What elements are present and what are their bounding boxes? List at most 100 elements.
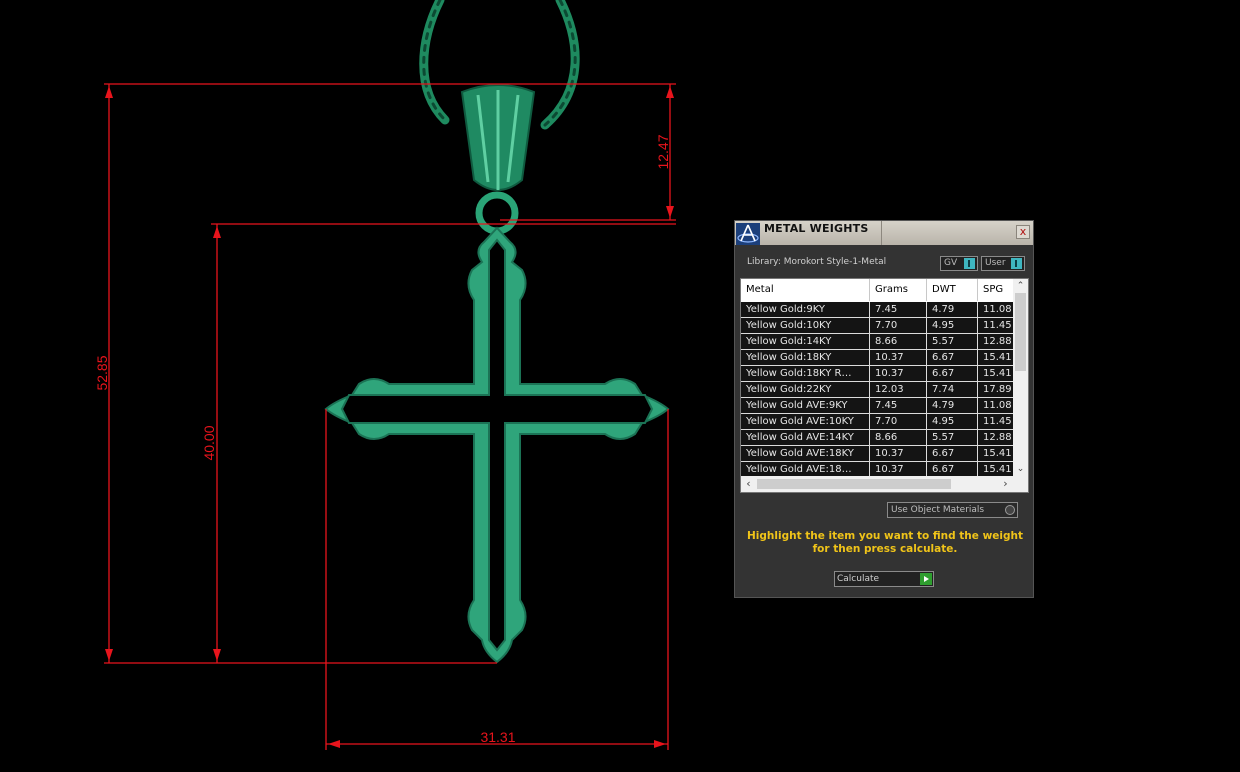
spg-cell: 11.08	[978, 398, 1018, 413]
table-header: Metal Grams DWT SPG	[741, 279, 1018, 301]
table-row[interactable]: Yellow Gold:18KY R… 10.37 6.67 15.41	[741, 366, 1018, 382]
metal-cell: Yellow Gold:22KY	[741, 382, 870, 397]
dwt-cell: 6.67	[927, 446, 978, 461]
dwt-cell: 4.79	[927, 398, 978, 413]
metal-table[interactable]: Metal Grams DWT SPG Yellow Gold:9KY 7.45 4…	[740, 278, 1029, 493]
dwt-cell: 5.57	[927, 334, 978, 349]
table-body: Yellow Gold:9KY 7.45 4.79 11.08 Yellow Gold:…	[741, 302, 1018, 478]
spg-cell: 11.45	[978, 318, 1018, 333]
spg-cell: 15.41	[978, 446, 1018, 461]
grams-cell: 12.03	[870, 382, 927, 397]
spg-cell: 15.41	[978, 350, 1018, 365]
scroll-left-icon[interactable]: ‹	[741, 476, 756, 492]
gv-toggle-indicator-icon	[964, 258, 975, 269]
dwt-cell: 4.79	[927, 302, 978, 317]
scroll-up-icon[interactable]: ⌃	[1013, 279, 1028, 293]
table-row[interactable]: Yellow Gold AVE:14KY 8.66 5.57 12.88	[741, 430, 1018, 446]
calculate-button[interactable]: Calculate	[834, 571, 934, 587]
panel-title: METAL WEIGHTS	[764, 222, 869, 235]
grams-cell: 7.45	[870, 398, 927, 413]
column-header-spg[interactable]: SPG	[978, 279, 1018, 301]
table-row[interactable]: Yellow Gold:9KY 7.45 4.79 11.08	[741, 302, 1018, 318]
user-toggle-label: User	[985, 258, 1006, 268]
metal-cell: Yellow Gold AVE:9KY	[741, 398, 870, 413]
dimension-total-height: 52.85	[94, 355, 110, 390]
cross-pendant	[324, 226, 670, 664]
instruction-line-2: for then press calculate.	[812, 543, 958, 555]
grams-cell: 10.37	[870, 462, 927, 477]
spg-cell: 15.41	[978, 366, 1018, 381]
title-separator	[881, 221, 882, 245]
dimension-cross-height: 40.00	[201, 425, 217, 460]
play-arrow-icon	[920, 573, 932, 585]
horizontal-scroll-thumb[interactable]	[757, 479, 951, 489]
dwt-cell: 4.95	[927, 318, 978, 333]
calculate-label: Calculate	[837, 574, 880, 584]
bail	[460, 84, 536, 235]
library-label: Library: Morokort Style-1-Metal	[747, 257, 887, 267]
dwt-cell: 4.95	[927, 414, 978, 429]
dwt-cell: 6.67	[927, 350, 978, 365]
dwt-cell: 6.67	[927, 366, 978, 381]
instruction-text: Highlight the item you want to find the …	[747, 530, 1023, 556]
grams-cell: 10.37	[870, 446, 927, 461]
use-object-materials-option[interactable]: Use Object Materials	[887, 502, 1018, 518]
table-row[interactable]: Yellow Gold AVE:18KY 10.37 6.67 15.41	[741, 446, 1018, 462]
gv-toggle-label: GV	[944, 258, 958, 268]
metal-cell: Yellow Gold:14KY	[741, 334, 870, 349]
user-toggle[interactable]: User	[981, 256, 1025, 271]
spg-cell: 17.89	[978, 382, 1018, 397]
grams-cell: 8.66	[870, 430, 927, 445]
user-toggle-indicator-icon	[1011, 258, 1022, 269]
horizontal-scrollbar[interactable]: ‹ ›	[741, 476, 1013, 492]
spg-cell: 11.08	[978, 302, 1018, 317]
grams-cell: 7.70	[870, 414, 927, 429]
metal-weights-panel: METAL WEIGHTS x Library: Morokort Style-…	[734, 220, 1034, 598]
spg-cell: 11.45	[978, 414, 1018, 429]
metal-cell: Yellow Gold:18KY R…	[741, 366, 870, 381]
grams-cell: 10.37	[870, 350, 927, 365]
metal-cell: Yellow Gold AVE:14KY	[741, 430, 870, 445]
close-button[interactable]: x	[1016, 225, 1030, 239]
use-object-materials-label: Use Object Materials	[891, 505, 985, 515]
table-row[interactable]: Yellow Gold:10KY 7.70 4.95 11.45	[741, 318, 1018, 334]
grams-cell: 7.70	[870, 318, 927, 333]
metal-cell: Yellow Gold AVE:18KY	[741, 446, 870, 461]
vertical-scroll-thumb[interactable]	[1015, 293, 1026, 371]
radio-icon[interactable]	[1005, 505, 1015, 515]
scroll-down-icon[interactable]: ⌄	[1013, 462, 1028, 476]
gv-toggle[interactable]: GV	[940, 256, 978, 271]
metal-cell: Yellow Gold AVE:10KY	[741, 414, 870, 429]
grams-cell: 8.66	[870, 334, 927, 349]
spg-cell: 15.41	[978, 462, 1018, 477]
scroll-right-icon[interactable]: ›	[998, 476, 1013, 492]
metal-cell: Yellow Gold:18KY	[741, 350, 870, 365]
instruction-line-1: Highlight the item you want to find the …	[747, 530, 1023, 542]
spg-cell: 12.88	[978, 334, 1018, 349]
grams-cell: 7.45	[870, 302, 927, 317]
metal-cell: Yellow Gold:9KY	[741, 302, 870, 317]
column-header-metal[interactable]: Metal	[741, 279, 870, 301]
spg-cell: 12.88	[978, 430, 1018, 445]
table-row[interactable]: Yellow Gold AVE:10KY 7.70 4.95 11.45	[741, 414, 1018, 430]
table-row[interactable]: Yellow Gold:18KY 10.37 6.67 15.41	[741, 350, 1018, 366]
dimension-bail-height: 12.47	[655, 134, 671, 169]
3d-viewport[interactable]: 52.85 40.00 12.47 31.31	[0, 0, 1240, 772]
grams-cell: 10.37	[870, 366, 927, 381]
panel-titlebar[interactable]: METAL WEIGHTS x	[735, 221, 1033, 245]
app-logo-icon	[736, 223, 760, 245]
dimension-width: 31.31	[480, 729, 515, 745]
dwt-cell: 5.57	[927, 430, 978, 445]
dwt-cell: 6.67	[927, 462, 978, 477]
metal-cell: Yellow Gold:10KY	[741, 318, 870, 333]
scroll-corner	[1013, 476, 1028, 492]
table-row[interactable]: Yellow Gold:22KY 12.03 7.74 17.89	[741, 382, 1018, 398]
column-header-grams[interactable]: Grams	[870, 279, 927, 301]
vertical-scrollbar[interactable]: ⌃ ⌄	[1013, 279, 1028, 476]
metal-cell: Yellow Gold AVE:18…	[741, 462, 870, 477]
close-icon: x	[1019, 225, 1027, 238]
dwt-cell: 7.74	[927, 382, 978, 397]
table-row[interactable]: Yellow Gold AVE:9KY 7.45 4.79 11.08	[741, 398, 1018, 414]
table-row[interactable]: Yellow Gold:14KY 8.66 5.57 12.88	[741, 334, 1018, 350]
column-header-dwt[interactable]: DWT	[927, 279, 978, 301]
